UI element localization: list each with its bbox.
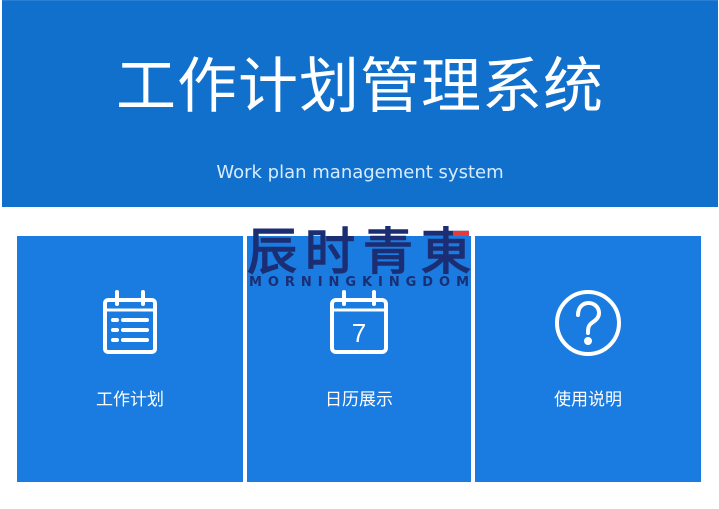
card-label: 日历展示 <box>325 390 393 410</box>
header-banner: 工作计划管理系统 Work plan management system <box>2 0 718 207</box>
calendar-day-number: 7 <box>352 318 366 348</box>
help-circle-icon <box>553 288 623 358</box>
app-title: 工作计划管理系统 <box>116 52 604 122</box>
logo-text: 辰时青東 <box>247 223 471 281</box>
calendar-day-icon: 7 <box>324 288 394 358</box>
card-label: 工作计划 <box>96 390 164 410</box>
card-instructions[interactable]: 使用说明 <box>475 236 701 482</box>
calendar-list-icon <box>95 288 165 358</box>
card-work-plan[interactable]: 工作计划 <box>17 236 243 482</box>
logo-accent <box>453 231 469 236</box>
card-label: 使用说明 <box>554 390 622 410</box>
app-subtitle: Work plan management system <box>216 162 504 183</box>
brand-logo: 辰时青東 MORNINGKINGDOM <box>247 221 473 291</box>
